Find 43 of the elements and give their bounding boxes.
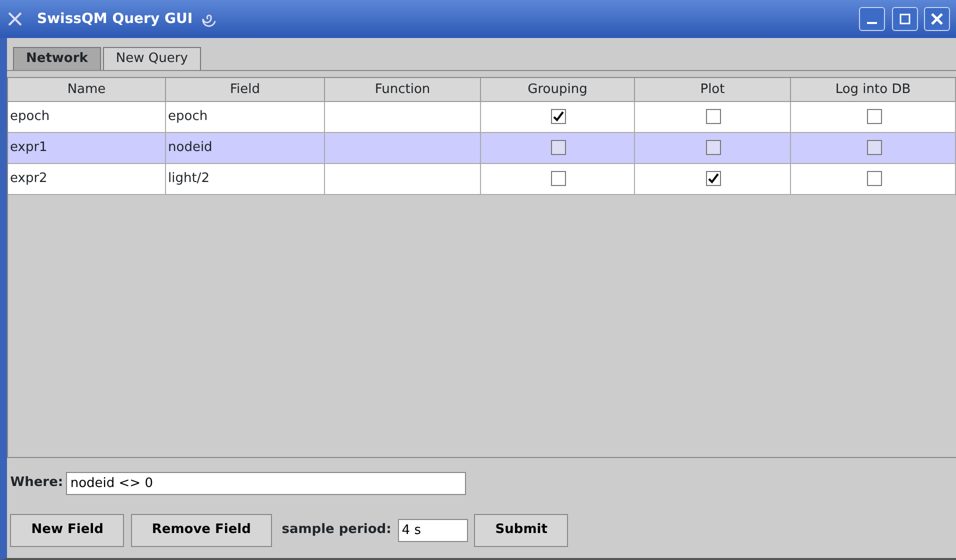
sample-period-label: sample period: [282,521,392,540]
check-icon [708,173,719,184]
column-header[interactable]: Log into DB [791,78,956,102]
submit-button[interactable]: Submit [474,514,568,546]
close-button[interactable] [924,7,950,31]
table-cell-text: expr2 [10,170,48,188]
remove-field-button[interactable]: Remove Field [130,514,272,546]
tab[interactable]: New Query [102,47,201,70]
checkbox[interactable] [866,109,882,124]
checkbox[interactable] [551,140,566,155]
checkbox[interactable] [866,171,882,186]
maximize-icon [898,13,910,25]
table-cell-text: light/2 [168,170,210,188]
new-field-button[interactable]: New Field [10,514,124,546]
checkbox[interactable] [706,109,721,124]
where-label: Where: [10,474,64,492]
checkbox[interactable] [866,140,882,155]
check-icon [553,111,564,122]
where-field[interactable]: nodeid <> 0 [66,472,466,494]
table-row[interactable]: expr2 light/2 [8,164,956,194]
checkbox[interactable] [706,171,721,186]
close-icon [931,13,943,25]
column-header[interactable]: Function [325,78,481,102]
checkbox[interactable] [551,109,566,124]
checkbox[interactable] [551,171,566,186]
table-row[interactable]: expr1 nodeid [8,132,956,164]
table-cell-text: expr1 [10,138,48,156]
window-title: SwissQM Query GUI [37,10,193,28]
table-cell-text: epoch [10,108,50,126]
close-x-icon [6,10,24,28]
table-cell-text: epoch [168,108,208,126]
tab[interactable]: Network [13,47,101,70]
sample-period-field[interactable]: 4 s [398,518,468,542]
column-header[interactable]: Name [8,78,166,102]
column-header[interactable]: Grouping [481,78,635,102]
checkbox[interactable] [706,140,721,155]
table-row[interactable]: epoch epoch [8,102,956,132]
column-header[interactable]: Plot [635,78,791,102]
maximize-button[interactable] [892,7,918,31]
minimize-button[interactable] [859,7,885,31]
column-header[interactable]: Field [166,78,325,102]
table-cell-text: nodeid [168,138,212,156]
minimize-icon [867,22,877,24]
